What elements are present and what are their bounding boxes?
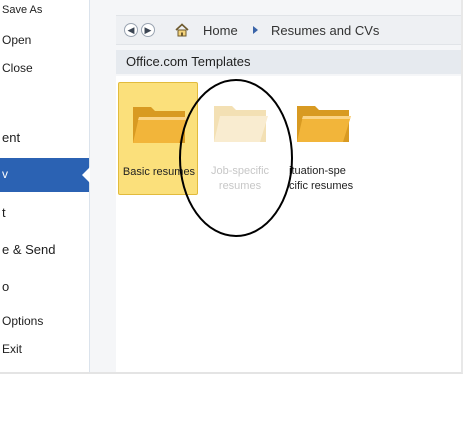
menu-new[interactable]: v xyxy=(0,158,90,192)
menu-label: e & Send xyxy=(2,242,56,257)
menu-label: Close xyxy=(2,61,33,75)
breadcrumb-resumes[interactable]: Resumes and CVs xyxy=(271,23,379,38)
tile-label-line1: ituation-spe xyxy=(289,165,346,177)
forward-arrow-icon[interactable]: ▶ xyxy=(141,23,155,37)
menu-label: o xyxy=(2,279,10,294)
section-header: Office.com Templates xyxy=(116,50,461,74)
selection-pointer xyxy=(82,167,90,183)
back-arrow-icon[interactable]: ◀ xyxy=(124,23,138,37)
menu-label: v xyxy=(2,167,8,181)
home-icon[interactable] xyxy=(174,22,190,38)
breadcrumb-home[interactable]: Home xyxy=(203,23,238,38)
menu-label: Options xyxy=(2,314,44,328)
menu-label: Save As xyxy=(2,4,43,16)
folder-icon xyxy=(297,106,351,142)
backstage-sidebar: Save As Open Close ent v t e & Send o Op… xyxy=(0,0,90,372)
navigation-bar: ◀ ▶ Home Resumes and CVs xyxy=(116,15,461,45)
menu-label: t xyxy=(2,205,6,220)
menu-label: Exit xyxy=(2,342,23,356)
highlight-circle-annotation xyxy=(179,79,293,237)
tile-label: ituation-spe cific resumes xyxy=(289,164,369,194)
section-title: Office.com Templates xyxy=(126,54,251,69)
breadcrumb-separator[interactable] xyxy=(253,26,258,34)
menu-label: Open xyxy=(2,33,32,47)
backstage-window: Save As Open Close ent v t e & Send o Op… xyxy=(0,0,463,374)
menu-label: ent xyxy=(2,130,21,145)
tile-label-line2: cific resumes xyxy=(289,180,354,192)
